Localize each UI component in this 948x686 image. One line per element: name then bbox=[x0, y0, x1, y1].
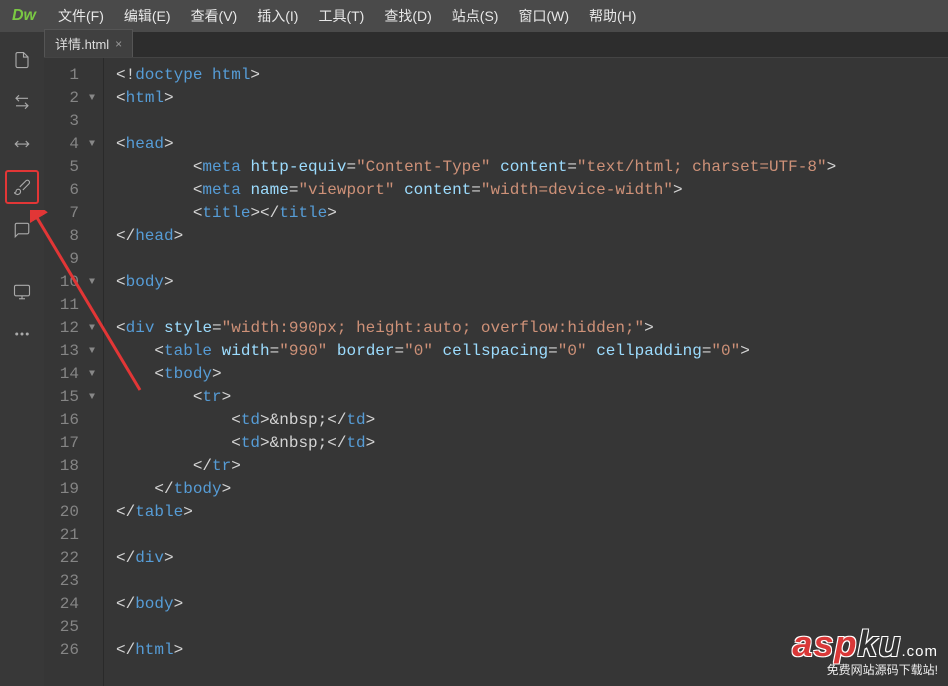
code-line: <html> bbox=[116, 87, 948, 110]
file-tab[interactable]: 详情.html × bbox=[44, 29, 133, 57]
line-number: 3 bbox=[44, 110, 95, 133]
line-number: 16 bbox=[44, 409, 95, 432]
code-line: <tbody> bbox=[116, 363, 948, 386]
code-line: </tr> bbox=[116, 455, 948, 478]
code-line: </tbody> bbox=[116, 478, 948, 501]
line-number: 5 bbox=[44, 156, 95, 179]
line-number: 11 bbox=[44, 294, 95, 317]
code-line: <td>&nbsp;</td> bbox=[116, 409, 948, 432]
watermark-main: aspku.com bbox=[792, 623, 938, 665]
code-line: <td>&nbsp;</td> bbox=[116, 432, 948, 455]
menu-item[interactable]: 站点(S) bbox=[442, 2, 509, 30]
code-line: <meta name="viewport" content="width=dev… bbox=[116, 179, 948, 202]
code-line: <head> bbox=[116, 133, 948, 156]
menu-item[interactable]: 编辑(E) bbox=[114, 2, 181, 30]
code-line: <title></title> bbox=[116, 202, 948, 225]
line-number: 9 bbox=[44, 248, 95, 271]
line-number: 12▼ bbox=[44, 317, 95, 340]
menu-bar: Dw 文件(F)编辑(E)查看(V)插入(I)工具(T)查找(D)站点(S)窗口… bbox=[0, 0, 948, 32]
arrows-icon[interactable] bbox=[6, 86, 38, 118]
comment-icon[interactable] bbox=[6, 214, 38, 246]
monitor-icon[interactable] bbox=[6, 276, 38, 308]
menu-items: 文件(F)编辑(E)查看(V)插入(I)工具(T)查找(D)站点(S)窗口(W)… bbox=[48, 2, 646, 30]
close-icon[interactable]: × bbox=[115, 37, 122, 51]
code-line bbox=[116, 524, 948, 547]
line-number: 14▼ bbox=[44, 363, 95, 386]
watermark: aspku.com 免费网站源码下载站! bbox=[792, 623, 938, 678]
line-number: 6 bbox=[44, 179, 95, 202]
code-line: <table width="990" border="0" cellspacin… bbox=[116, 340, 948, 363]
more-icon[interactable] bbox=[6, 318, 38, 350]
menu-item[interactable]: 窗口(W) bbox=[508, 2, 579, 30]
line-number: 7 bbox=[44, 202, 95, 225]
code-line bbox=[116, 248, 948, 271]
line-number: 15▼ bbox=[44, 386, 95, 409]
menu-item[interactable]: 文件(F) bbox=[48, 2, 114, 30]
line-number: 26 bbox=[44, 639, 95, 662]
tab-label: 详情.html bbox=[55, 34, 109, 53]
line-number: 25 bbox=[44, 616, 95, 639]
code-line: <!doctype html> bbox=[116, 64, 948, 87]
code-line: </div> bbox=[116, 547, 948, 570]
line-number: 18 bbox=[44, 455, 95, 478]
code-line bbox=[116, 110, 948, 133]
line-number: 13▼ bbox=[44, 340, 95, 363]
code-line bbox=[116, 570, 948, 593]
code-line bbox=[116, 294, 948, 317]
tab-bar: 详情.html × bbox=[44, 32, 948, 58]
code-line: <div style="width:990px; height:auto; ov… bbox=[116, 317, 948, 340]
line-number: 2▼ bbox=[44, 87, 95, 110]
line-number: 1 bbox=[44, 64, 95, 87]
code-line: </table> bbox=[116, 501, 948, 524]
ruler-icon[interactable] bbox=[6, 128, 38, 160]
line-number: 17 bbox=[44, 432, 95, 455]
menu-item[interactable]: 工具(T) bbox=[308, 2, 374, 30]
line-number: 4▼ bbox=[44, 133, 95, 156]
line-number: 8 bbox=[44, 225, 95, 248]
file-icon[interactable] bbox=[6, 44, 38, 76]
code-line: <tr> bbox=[116, 386, 948, 409]
menu-item[interactable]: 查看(V) bbox=[181, 2, 248, 30]
code-line: </body> bbox=[116, 593, 948, 616]
dreamweaver-logo: Dw bbox=[8, 6, 40, 26]
line-number: 10▼ bbox=[44, 271, 95, 294]
code-area[interactable]: <!doctype html><html> <head> <meta http-e… bbox=[104, 58, 948, 686]
logo-text: Dw bbox=[12, 7, 36, 25]
menu-item[interactable]: 插入(I) bbox=[247, 2, 308, 30]
line-number: 23 bbox=[44, 570, 95, 593]
code-editor[interactable]: 12▼34▼5678910▼1112▼13▼14▼15▼161718192021… bbox=[44, 58, 948, 686]
line-number: 21 bbox=[44, 524, 95, 547]
menu-item[interactable]: 帮助(H) bbox=[579, 2, 646, 30]
line-number: 22 bbox=[44, 547, 95, 570]
line-number: 24 bbox=[44, 593, 95, 616]
code-line: <meta http-equiv="Content-Type" content=… bbox=[116, 156, 948, 179]
code-line: </head> bbox=[116, 225, 948, 248]
tool-sidebar bbox=[0, 32, 44, 686]
menu-item[interactable]: 查找(D) bbox=[374, 2, 441, 30]
code-line: <body> bbox=[116, 271, 948, 294]
brush-icon[interactable] bbox=[5, 170, 39, 204]
line-number: 20 bbox=[44, 501, 95, 524]
line-number: 19 bbox=[44, 478, 95, 501]
line-gutter: 12▼34▼5678910▼1112▼13▼14▼15▼161718192021… bbox=[44, 58, 104, 686]
